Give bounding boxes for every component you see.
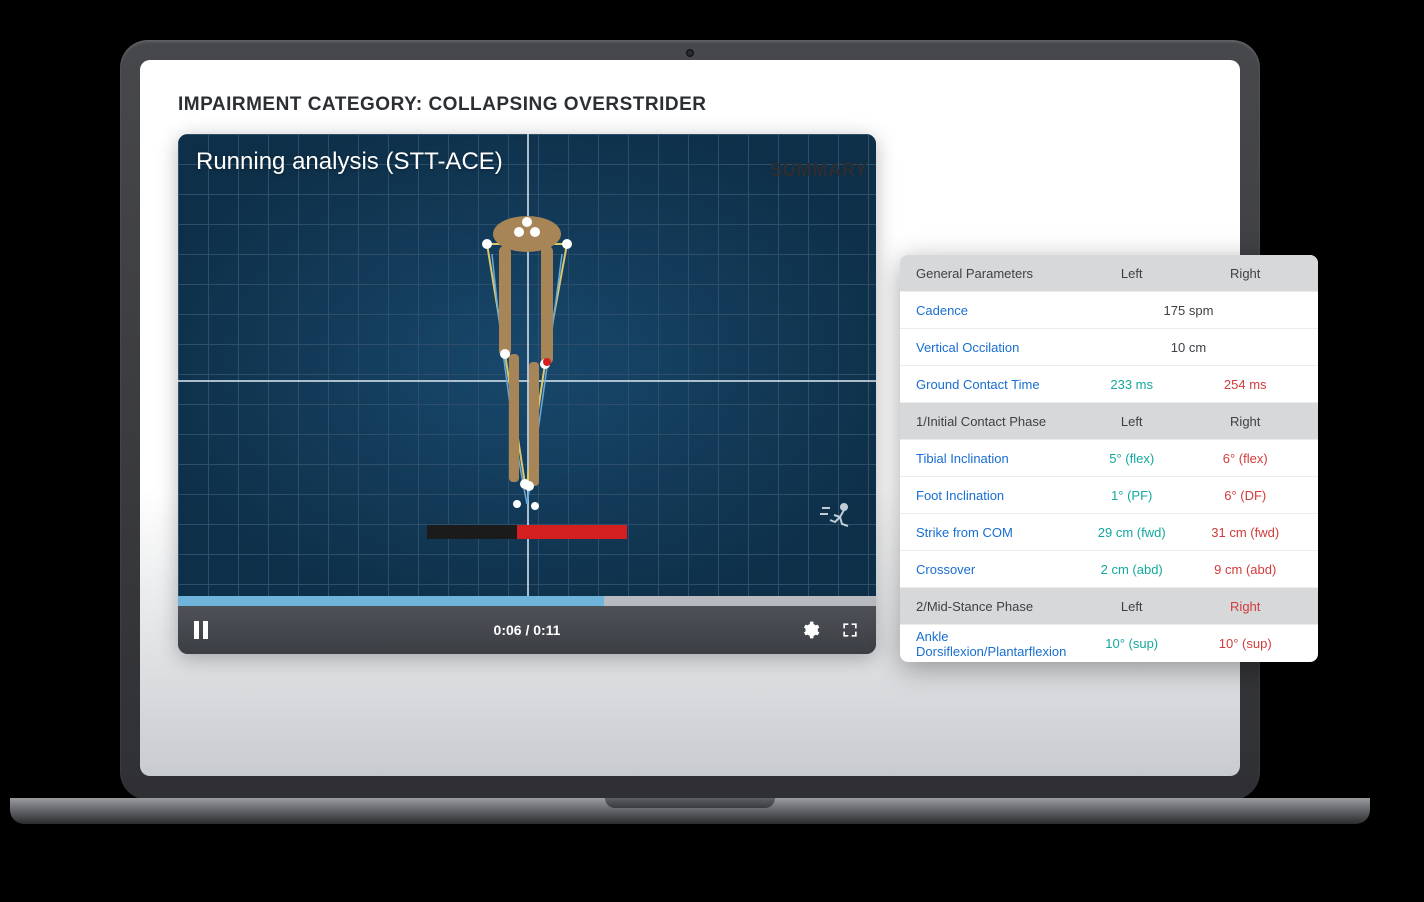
section-left: Left: [1075, 599, 1189, 614]
param-left: 10° (sup): [1075, 636, 1189, 651]
runner-icon: [820, 502, 854, 535]
section-right: Right: [1188, 599, 1302, 614]
param-left: 233 ms: [1075, 377, 1189, 392]
param-right: 9 cm (abd): [1188, 562, 1302, 577]
video-progress-fill: [178, 596, 604, 606]
param-value: 10 cm: [1075, 340, 1302, 355]
summary-heading: SUMMARY: [770, 160, 868, 181]
param-left: 1° (PF): [1075, 488, 1189, 503]
pause-icon: [194, 621, 210, 639]
summary-table: General ParametersLeftRightCadence175 sp…: [900, 255, 1318, 662]
summary-row: Vertical Occilation10 cm: [900, 329, 1318, 366]
page-title: IMPAIRMENT CATEGORY: COLLAPSING OVERSTRI…: [178, 94, 1202, 116]
param-left: 5° (flex): [1075, 451, 1189, 466]
pause-button[interactable]: [194, 621, 210, 639]
summary-row: Ankle Dorsiflexion/Plantarflexion10° (su…: [900, 625, 1318, 662]
summary-section-header: 1/Initial Contact PhaseLeftRight: [900, 403, 1318, 440]
video-progress[interactable]: [178, 596, 876, 606]
section-name: 2/Mid-Stance Phase: [916, 599, 1075, 614]
video-canvas[interactable]: Running analysis (STT-ACE): [178, 134, 876, 599]
param-right: 31 cm (fwd): [1188, 525, 1302, 540]
laptop-notch: [605, 798, 775, 808]
param-name[interactable]: Tibial Inclination: [916, 451, 1075, 466]
param-name[interactable]: Strike from COM: [916, 525, 1075, 540]
floor-indicator: [427, 525, 627, 539]
param-name[interactable]: Cadence: [916, 303, 1075, 318]
video-overlay-title: Running analysis (STT-ACE): [196, 148, 503, 176]
section-name: General Parameters: [916, 266, 1075, 281]
param-right: 6° (DF): [1188, 488, 1302, 503]
summary-row: Ground Contact Time233 ms254 ms: [900, 366, 1318, 403]
section-name: 1/Initial Contact Phase: [916, 414, 1075, 429]
summary-row: Crossover2 cm (abd)9 cm (abd): [900, 551, 1318, 588]
settings-button[interactable]: [800, 620, 820, 640]
camera-icon: [686, 49, 694, 57]
summary-section-header: 2/Mid-Stance PhaseLeftRight: [900, 588, 1318, 625]
param-left: 2 cm (abd): [1075, 562, 1189, 577]
param-name[interactable]: Vertical Occilation: [916, 340, 1075, 355]
summary-row: Foot Inclination1° (PF)6° (DF): [900, 477, 1318, 514]
summary-row: Cadence175 spm: [900, 292, 1318, 329]
section-right: Right: [1188, 414, 1302, 429]
param-right: 6° (flex): [1188, 451, 1302, 466]
param-name[interactable]: Ankle Dorsiflexion/Plantarflexion: [916, 629, 1075, 659]
section-right: Right: [1188, 266, 1302, 281]
skeleton-figure: [447, 204, 607, 534]
video-player[interactable]: Running analysis (STT-ACE): [178, 134, 876, 654]
section-left: Left: [1075, 266, 1189, 281]
param-right: 10° (sup): [1188, 636, 1302, 651]
param-value: 175 spm: [1075, 303, 1302, 318]
video-controls: 0:06 / 0:11: [178, 606, 876, 654]
param-right: 254 ms: [1188, 377, 1302, 392]
param-left: 29 cm (fwd): [1075, 525, 1189, 540]
video-time: 0:06 / 0:11: [494, 622, 561, 638]
section-left: Left: [1075, 414, 1189, 429]
param-name[interactable]: Crossover: [916, 562, 1075, 577]
param-name[interactable]: Ground Contact Time: [916, 377, 1075, 392]
summary-section-header: General ParametersLeftRight: [900, 255, 1318, 292]
summary-row: Tibial Inclination5° (flex)6° (flex): [900, 440, 1318, 477]
summary-row: Strike from COM29 cm (fwd)31 cm (fwd): [900, 514, 1318, 551]
gear-icon: [800, 620, 820, 640]
laptop-base: [10, 798, 1370, 824]
param-name[interactable]: Foot Inclination: [916, 488, 1075, 503]
fullscreen-button[interactable]: [840, 620, 860, 640]
expand-icon: [840, 620, 860, 640]
